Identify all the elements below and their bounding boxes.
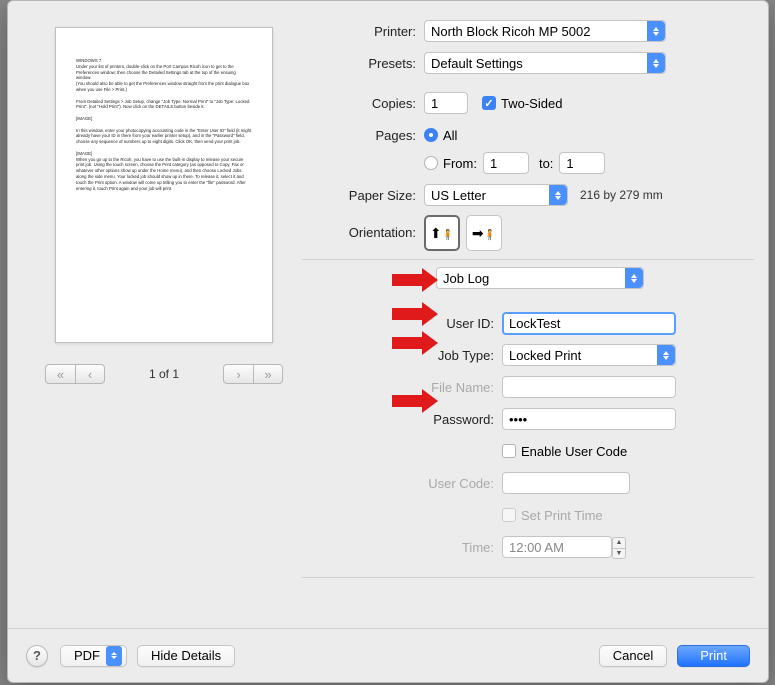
label-user-id: User ID:: [308, 316, 502, 331]
pager: « ‹ 1 of 1 › »: [45, 363, 283, 385]
preview-text: WINDOWS 7 Under your list of printers, d…: [76, 58, 252, 191]
copies-input[interactable]: 1: [424, 92, 468, 114]
pages-to-input[interactable]: 1: [559, 152, 605, 174]
printer-select[interactable]: North Block Ricoh MP 5002: [424, 20, 666, 42]
chevron-updown-icon: [549, 185, 567, 205]
paper-size-value: US Letter: [431, 188, 486, 203]
two-sided-checkbox[interactable]: [482, 96, 496, 110]
label-password: Password:: [308, 412, 502, 427]
enable-user-code-label: Enable User Code: [521, 444, 627, 459]
two-sided-label: Two-Sided: [501, 96, 562, 111]
pages-from-input[interactable]: 1: [483, 152, 529, 174]
file-name-input: [502, 376, 676, 398]
landscape-icon: ➡︎🧍: [472, 225, 496, 242]
chevron-updown-icon: [106, 646, 122, 666]
label-copies: Copies:: [308, 96, 424, 111]
label-orientation: Orientation:: [308, 215, 424, 240]
chevron-updown-icon: [625, 268, 643, 288]
pager-first-button[interactable]: «: [45, 364, 75, 384]
chevron-updown-icon: [647, 53, 665, 73]
label-printer: Printer:: [308, 24, 424, 39]
user-code-input: [502, 472, 630, 494]
label-pages: Pages:: [308, 128, 424, 143]
password-input[interactable]: ••••: [502, 408, 676, 430]
page-preview: WINDOWS 7 Under your list of printers, d…: [55, 27, 273, 343]
user-id-input[interactable]: LockTest: [502, 312, 676, 335]
paper-dims: 216 by 279 mm: [580, 188, 663, 202]
section-value: Job Log: [443, 271, 489, 286]
presets-value: Default Settings: [431, 56, 523, 71]
label-presets: Presets:: [308, 56, 424, 71]
form-main: Printer: North Block Ricoh MP 5002 Prese…: [308, 19, 756, 298]
label-paper-size: Paper Size:: [308, 188, 424, 203]
pdf-menu-button[interactable]: PDF: [60, 645, 127, 667]
pages-all-radio[interactable]: [424, 128, 438, 142]
job-type-value: Locked Print: [509, 348, 581, 363]
label-file-name: File Name:: [308, 380, 502, 395]
orientation-portrait-button[interactable]: ⬆︎🧍: [424, 215, 460, 251]
presets-select[interactable]: Default Settings: [424, 52, 666, 74]
paper-size-select[interactable]: US Letter: [424, 184, 568, 206]
pager-label: 1 of 1: [149, 367, 179, 381]
pager-last-button[interactable]: »: [253, 364, 283, 384]
label-user-code: User Code:: [308, 476, 502, 491]
orientation-landscape-button[interactable]: ➡︎🧍: [466, 215, 502, 251]
cancel-button[interactable]: Cancel: [599, 645, 667, 667]
enable-user-code-checkbox[interactable]: [502, 444, 516, 458]
job-type-select[interactable]: Locked Print: [502, 344, 676, 366]
hide-details-button[interactable]: Hide Details: [137, 645, 235, 667]
divider: [302, 259, 754, 260]
chevron-updown-icon: [647, 21, 665, 41]
pager-next-button[interactable]: ›: [223, 364, 253, 384]
set-print-time-label: Set Print Time: [521, 508, 603, 523]
printer-value: North Block Ricoh MP 5002: [431, 24, 590, 39]
print-dialog: WINDOWS 7 Under your list of printers, d…: [7, 0, 769, 683]
form-joblog: User ID: LockTest Job Type: Locked Print…: [308, 297, 756, 584]
label-job-type: Job Type:: [308, 348, 502, 363]
label-time: Time:: [308, 540, 502, 555]
print-button[interactable]: Print: [677, 645, 750, 667]
time-input: 12:00 AM ▲▼: [502, 536, 612, 558]
divider: [302, 577, 754, 578]
time-stepper: ▲▼: [612, 537, 626, 559]
set-print-time-checkbox[interactable]: [502, 508, 516, 522]
pages-to-label: to:: [539, 156, 553, 171]
pages-from-label: From:: [443, 156, 477, 171]
portrait-icon: ⬆︎🧍: [430, 225, 454, 242]
dialog-footer: ? PDF Hide Details Cancel Print: [8, 628, 768, 682]
help-button[interactable]: ?: [26, 645, 48, 667]
chevron-updown-icon: [657, 345, 675, 365]
section-select[interactable]: Job Log: [436, 267, 644, 289]
pages-all-label: All: [443, 128, 457, 143]
pager-prev-button[interactable]: ‹: [75, 364, 105, 384]
pages-from-radio[interactable]: [424, 156, 438, 170]
